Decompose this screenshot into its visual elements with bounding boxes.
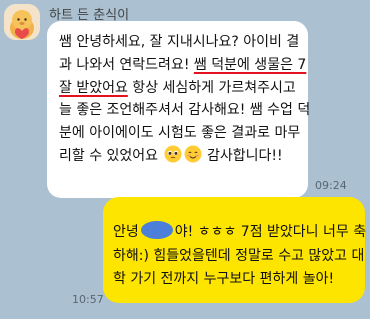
message-line: 쌤 안녕하세요, 잘 지내시나요? 아이비 결 — [59, 34, 300, 50]
smiling-face-emoji-icon — [184, 145, 202, 163]
message-line: 과 나와서 연락드려요! 쌤 덕분에 생물은 7 — [59, 56, 307, 73]
chunsik-avatar-icon — [4, 4, 40, 40]
redacted-name-mark — [140, 221, 173, 239]
underlined-text: 쌤 덕분에 생물은 7 — [193, 56, 307, 73]
message-timestamp: 10:57 — [72, 293, 104, 306]
pleading-face-emoji-icon — [164, 145, 182, 163]
avatar[interactable] — [4, 4, 40, 40]
message-line: 학 가기 전까지 누구보다 편하게 놀아! — [113, 271, 335, 287]
message-line: 잘 받았어요 항상 세심하게 가르쳐주시고 — [59, 79, 296, 96]
message-line: 리할 수 있었어요 감사합니다!! — [59, 145, 300, 168]
message-timestamp: 09:24 — [315, 179, 347, 192]
underlined-text: 잘 받았어요 — [59, 79, 128, 96]
message-line: 안녕 야! ㅎㅎㅎ 7점 받았다니 너무 축 — [113, 221, 366, 245]
message-line: 분에 아이에이도 시험도 좋은 결과로 마무 — [59, 125, 301, 142]
message-line: 늘 좋은 조언해주셔서 감사해요! 쌤 수업 덕 — [59, 102, 311, 119]
message-line: 하해:) 힘들었을텐데 정말로 수고 많았고 대 — [113, 247, 365, 264]
incoming-message-bubble[interactable]: 쌤 안녕하세요, 잘 지내시나요? 아이비 결 과 나와서 연락드려요! 쌤 덕… — [47, 21, 311, 198]
outgoing-message-bubble[interactable]: 안녕 야! ㅎㅎㅎ 7점 받았다니 너무 축 하해:) 힘들었을텐데 정말로 수고… — [103, 197, 366, 303]
